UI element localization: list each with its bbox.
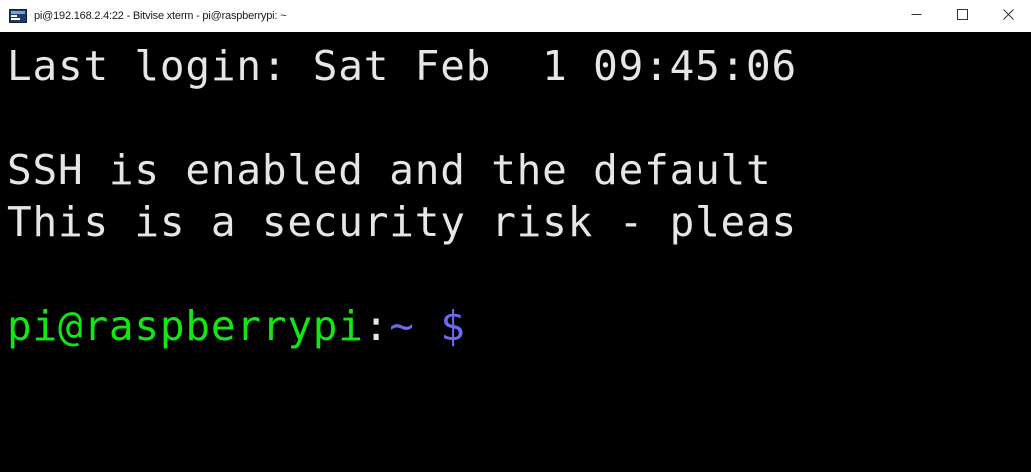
- ssh-warning-line: SSH is enabled and the default: [7, 146, 772, 194]
- prompt-symbol: $: [414, 302, 466, 350]
- terminal-app-icon[interactable]: [8, 9, 28, 23]
- prompt-path: ~: [389, 302, 415, 350]
- title-bar[interactable]: pi@192.168.2.4:22 - Bitvise xterm - pi@r…: [0, 0, 1031, 32]
- window-title: pi@192.168.2.4:22 - Bitvise xterm - pi@r…: [34, 10, 287, 22]
- terminal-window: pi@192.168.2.4:22 - Bitvise xterm - pi@r…: [0, 0, 1031, 472]
- prompt-user-host: pi@raspberrypi: [7, 302, 364, 350]
- minimize-button[interactable]: [893, 0, 939, 32]
- maximize-button[interactable]: [939, 0, 985, 32]
- prompt-separator: :: [363, 302, 390, 350]
- shell-prompt[interactable]: pi@raspberrypi:~ $: [7, 300, 1031, 352]
- close-button[interactable]: [985, 0, 1031, 32]
- maximize-icon: [956, 7, 968, 25]
- window-controls: [893, 0, 1031, 32]
- security-risk-line: This is a security risk - pleas: [7, 198, 798, 246]
- close-icon: [1002, 7, 1014, 25]
- last-login-line: Last login: Sat Feb 1 09:45:06: [7, 42, 798, 90]
- minimize-icon: [911, 7, 922, 25]
- terminal-output[interactable]: Last login: Sat Feb 1 09:45:06 SSH is en…: [0, 32, 1031, 472]
